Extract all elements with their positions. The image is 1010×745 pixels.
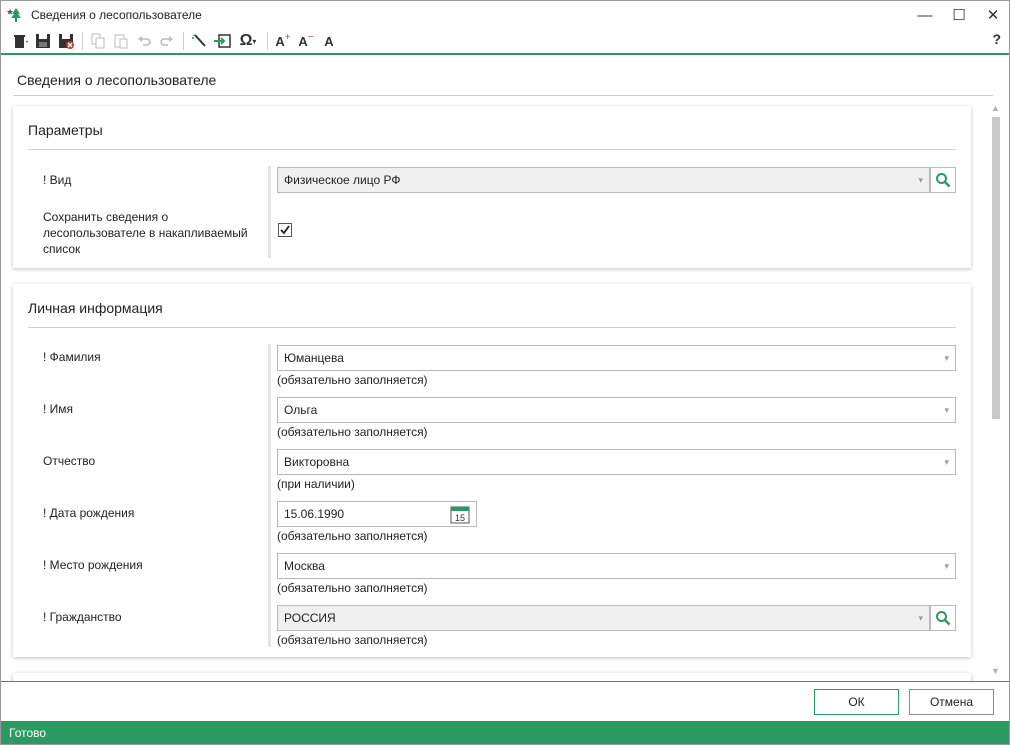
toolbar-accent-line [1,53,1009,55]
patronymic-value: Викторовна [284,455,350,469]
title-bar: Сведения о лесопользователе — ☐ ✕ [1,1,1009,29]
field-group-bar [268,344,271,647]
maximize-button[interactable]: ☐ [949,5,969,25]
vid-label: ! Вид [43,173,72,187]
save-icon[interactable] [32,30,54,52]
paste-icon[interactable] [110,30,132,52]
birthdate-value: 15.06.1990 [284,507,345,521]
birthplace-input[interactable]: Москва ▾ [277,553,956,579]
help-button[interactable]: ? [992,31,1001,47]
vid-search-button[interactable] [930,167,956,193]
close-button[interactable]: ✕ [983,5,1003,25]
dialog-window: Сведения о лесопользователе — ☐ ✕ Ω ▾ A … [0,0,1010,745]
page-title: Сведения о лесопользователе [17,72,217,88]
trash-icon[interactable] [9,30,31,52]
font-decrease-icon[interactable]: A − [295,30,317,52]
scroll-up-arrow-icon[interactable]: ▲ [991,103,1000,113]
redo-icon[interactable] [156,30,178,52]
save-close-icon[interactable] [55,30,77,52]
next-panel [13,673,971,681]
checkmark-icon [280,225,290,235]
params-panel: Параметры ! Вид Физическое лицо РФ ▾ Сох… [13,106,971,268]
patronymic-input[interactable]: Викторовна ▾ [277,449,956,475]
font-increase-icon[interactable]: A + [272,30,294,52]
toolbar: Ω ▾ A + A − A ? [1,29,1009,53]
name-input[interactable]: Ольга ▾ [277,397,956,423]
toolbar-separator [82,32,83,50]
status-text: Готово [9,725,47,740]
save-to-list-checkbox[interactable] [278,223,292,237]
patronymic-label: Отчество [43,454,96,468]
birthplace-value: Москва [284,559,325,573]
chevron-down-icon[interactable]: ▾ [944,457,949,468]
surname-label: ! Фамилия [43,350,101,364]
omega-symbol-icon[interactable]: Ω ▾ [234,30,262,52]
vid-select[interactable]: Физическое лицо РФ ▾ [277,167,930,193]
divider [28,149,956,150]
cancel-button[interactable]: Отмена [909,689,994,715]
app-tree-icon [7,6,25,24]
name-hint: (обязательно заполняется) [277,425,428,439]
birthdate-label: ! Дата рождения [43,506,135,520]
copy-icon[interactable] [87,30,109,52]
import-icon[interactable] [211,30,233,52]
chevron-down-icon[interactable]: ▾ [918,613,923,624]
chevron-down-icon[interactable]: ▾ [944,561,949,572]
citizenship-search-button[interactable] [930,605,956,631]
birthdate-input[interactable]: 15.06.1990 15 [277,501,477,527]
citizenship-select[interactable]: РОССИЯ ▾ [277,605,930,631]
save-to-list-label: Сохранить сведения о лесопользователе в … [43,210,248,256]
vertical-scrollbar[interactable]: ▲ ▼ [988,101,1004,679]
toolbar-separator [183,32,184,50]
params-heading: Параметры [28,122,103,138]
citizenship-value: РОССИЯ [284,611,336,625]
undo-icon[interactable] [133,30,155,52]
surname-value: Юманцева [284,351,344,365]
citizenship-hint: (обязательно заполняется) [277,633,428,647]
calendar-day: 15 [455,513,465,523]
form-scroll-area[interactable]: Параметры ! Вид Физическое лицо РФ ▾ Сох… [1,97,1009,681]
surname-hint: (обязательно заполняется) [277,373,428,387]
divider [28,327,956,328]
scroll-down-arrow-icon[interactable]: ▼ [991,666,1000,676]
field-group-bar [268,166,271,258]
calendar-icon[interactable]: 15 [450,505,470,524]
footer-accent-line [1,681,1009,682]
name-value: Ольга [284,403,318,417]
chevron-down-icon[interactable]: ▾ [918,175,923,186]
chevron-down-icon[interactable]: ▾ [944,405,949,416]
divider [13,95,993,96]
scrollbar-thumb[interactable] [992,117,1000,419]
vid-value: Физическое лицо РФ [284,173,401,187]
window-title: Сведения о лесопользователе [31,8,202,22]
name-label: ! Имя [43,402,74,416]
patronymic-hint: (при наличии) [277,477,355,491]
toolbar-separator [267,32,268,50]
status-bar: Готово [1,721,1009,744]
chevron-down-icon[interactable]: ▾ [944,353,949,364]
minimize-button[interactable]: — [915,5,935,25]
personal-heading: Личная информация [28,300,163,316]
citizenship-label: ! Гражданство [43,610,122,624]
birthplace-hint: (обязательно заполняется) [277,581,428,595]
ok-button[interactable]: ОК [814,689,899,715]
font-reset-icon[interactable]: A [318,30,340,52]
birthdate-hint: (обязательно заполняется) [277,529,428,543]
birthplace-label: ! Место рождения [43,558,143,572]
surname-input[interactable]: Юманцева ▾ [277,345,956,371]
search-icon [936,173,951,188]
search-icon [936,611,951,626]
magic-wand-icon[interactable] [188,30,210,52]
personal-panel: Личная информация ! Фамилия Юманцева ▾ (… [13,284,971,657]
